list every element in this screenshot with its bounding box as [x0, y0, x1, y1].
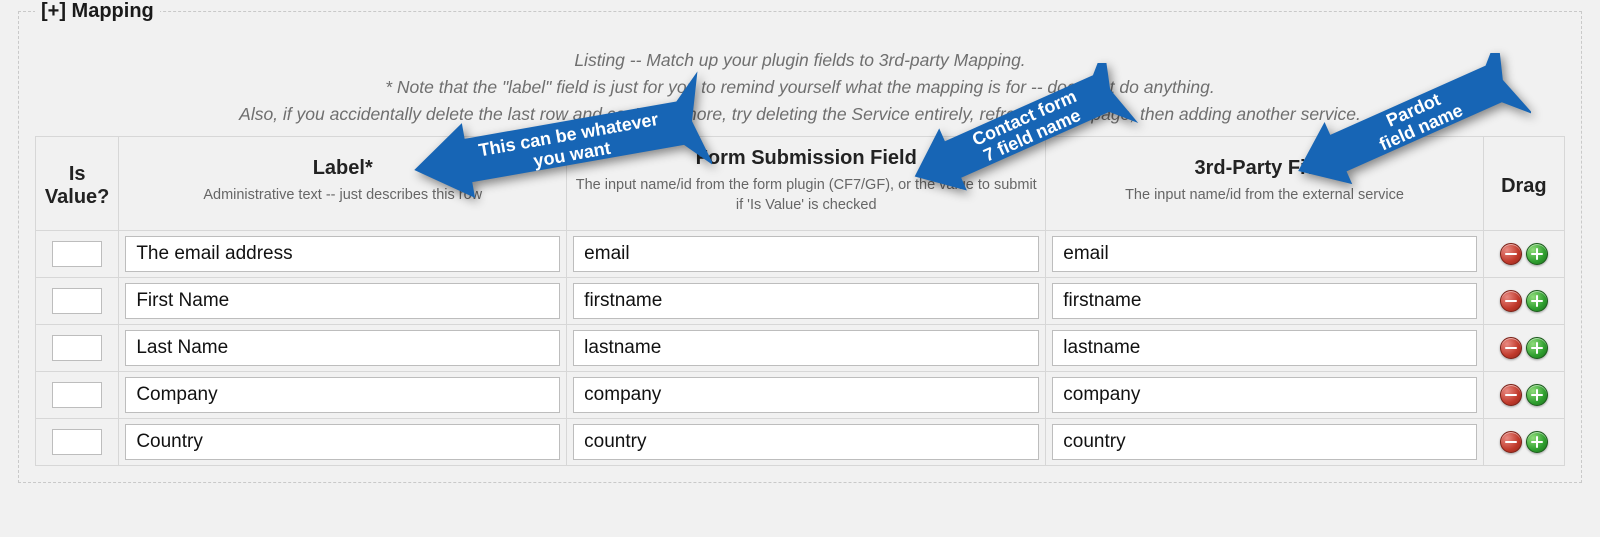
table-row	[36, 418, 1565, 465]
add-row-button[interactable]	[1526, 243, 1548, 265]
isvalue-checkbox[interactable]	[52, 382, 102, 408]
remove-row-button[interactable]	[1500, 290, 1522, 312]
table-row	[36, 277, 1565, 324]
form-field-input[interactable]	[573, 283, 1039, 319]
remove-row-button[interactable]	[1500, 243, 1522, 265]
add-row-button[interactable]	[1526, 384, 1548, 406]
add-row-button[interactable]	[1526, 431, 1548, 453]
header-third-sub: The input name/id from the external serv…	[1054, 186, 1474, 216]
header-form-title: Form Submission Field	[696, 147, 917, 169]
remove-row-button[interactable]	[1500, 431, 1522, 453]
label-input[interactable]	[125, 283, 560, 319]
isvalue-checkbox[interactable]	[52, 241, 102, 267]
form-field-input[interactable]	[573, 330, 1039, 366]
intro-line-1: Listing -- Match up your plugin fields t…	[574, 50, 1025, 70]
intro-line-2: * Note that the "label" field is just fo…	[385, 77, 1215, 97]
header-third: 3rd-Party Field The input name/id from t…	[1046, 137, 1483, 230]
intro-line-3: Also, if you accidentally delete the las…	[239, 104, 1361, 124]
isvalue-checkbox[interactable]	[52, 335, 102, 361]
header-isvalue-title: Is Value?	[45, 163, 109, 208]
header-label-title: Label*	[313, 157, 373, 179]
third-party-field-input[interactable]	[1052, 283, 1476, 319]
label-input[interactable]	[125, 330, 560, 366]
header-form: Form Submission Field The input name/id …	[567, 137, 1046, 230]
remove-row-button[interactable]	[1500, 337, 1522, 359]
mapping-legend[interactable]: [+] Mapping	[35, 0, 160, 23]
label-input[interactable]	[125, 377, 560, 413]
form-field-input[interactable]	[573, 377, 1039, 413]
header-drag-title: Drag	[1501, 175, 1547, 197]
remove-row-button[interactable]	[1500, 384, 1522, 406]
header-third-title: 3rd-Party Field	[1194, 157, 1334, 179]
table-row	[36, 230, 1565, 277]
isvalue-checkbox[interactable]	[52, 429, 102, 455]
table-row	[36, 324, 1565, 371]
form-field-input[interactable]	[573, 236, 1039, 272]
mapping-intro: Listing -- Match up your plugin fields t…	[35, 47, 1565, 128]
form-field-input[interactable]	[573, 424, 1039, 460]
header-form-sub: The input name/id from the form plugin (…	[575, 176, 1037, 225]
third-party-field-input[interactable]	[1052, 236, 1476, 272]
label-input[interactable]	[125, 424, 560, 460]
mapping-table: Is Value? Label* Administrative text -- …	[35, 136, 1565, 465]
third-party-field-input[interactable]	[1052, 424, 1476, 460]
isvalue-checkbox[interactable]	[52, 288, 102, 314]
third-party-field-input[interactable]	[1052, 377, 1476, 413]
table-row	[36, 371, 1565, 418]
header-drag: Drag	[1483, 137, 1564, 230]
add-row-button[interactable]	[1526, 337, 1548, 359]
header-label-sub: Administrative text -- just describes th…	[127, 186, 558, 216]
header-isvalue: Is Value?	[36, 137, 119, 230]
header-label: Label* Administrative text -- just descr…	[119, 137, 567, 230]
label-input[interactable]	[125, 236, 560, 272]
table-header-row: Is Value? Label* Administrative text -- …	[36, 137, 1565, 230]
mapping-fieldset: [+] Mapping Listing -- Match up your plu…	[18, 0, 1582, 483]
third-party-field-input[interactable]	[1052, 330, 1476, 366]
add-row-button[interactable]	[1526, 290, 1548, 312]
